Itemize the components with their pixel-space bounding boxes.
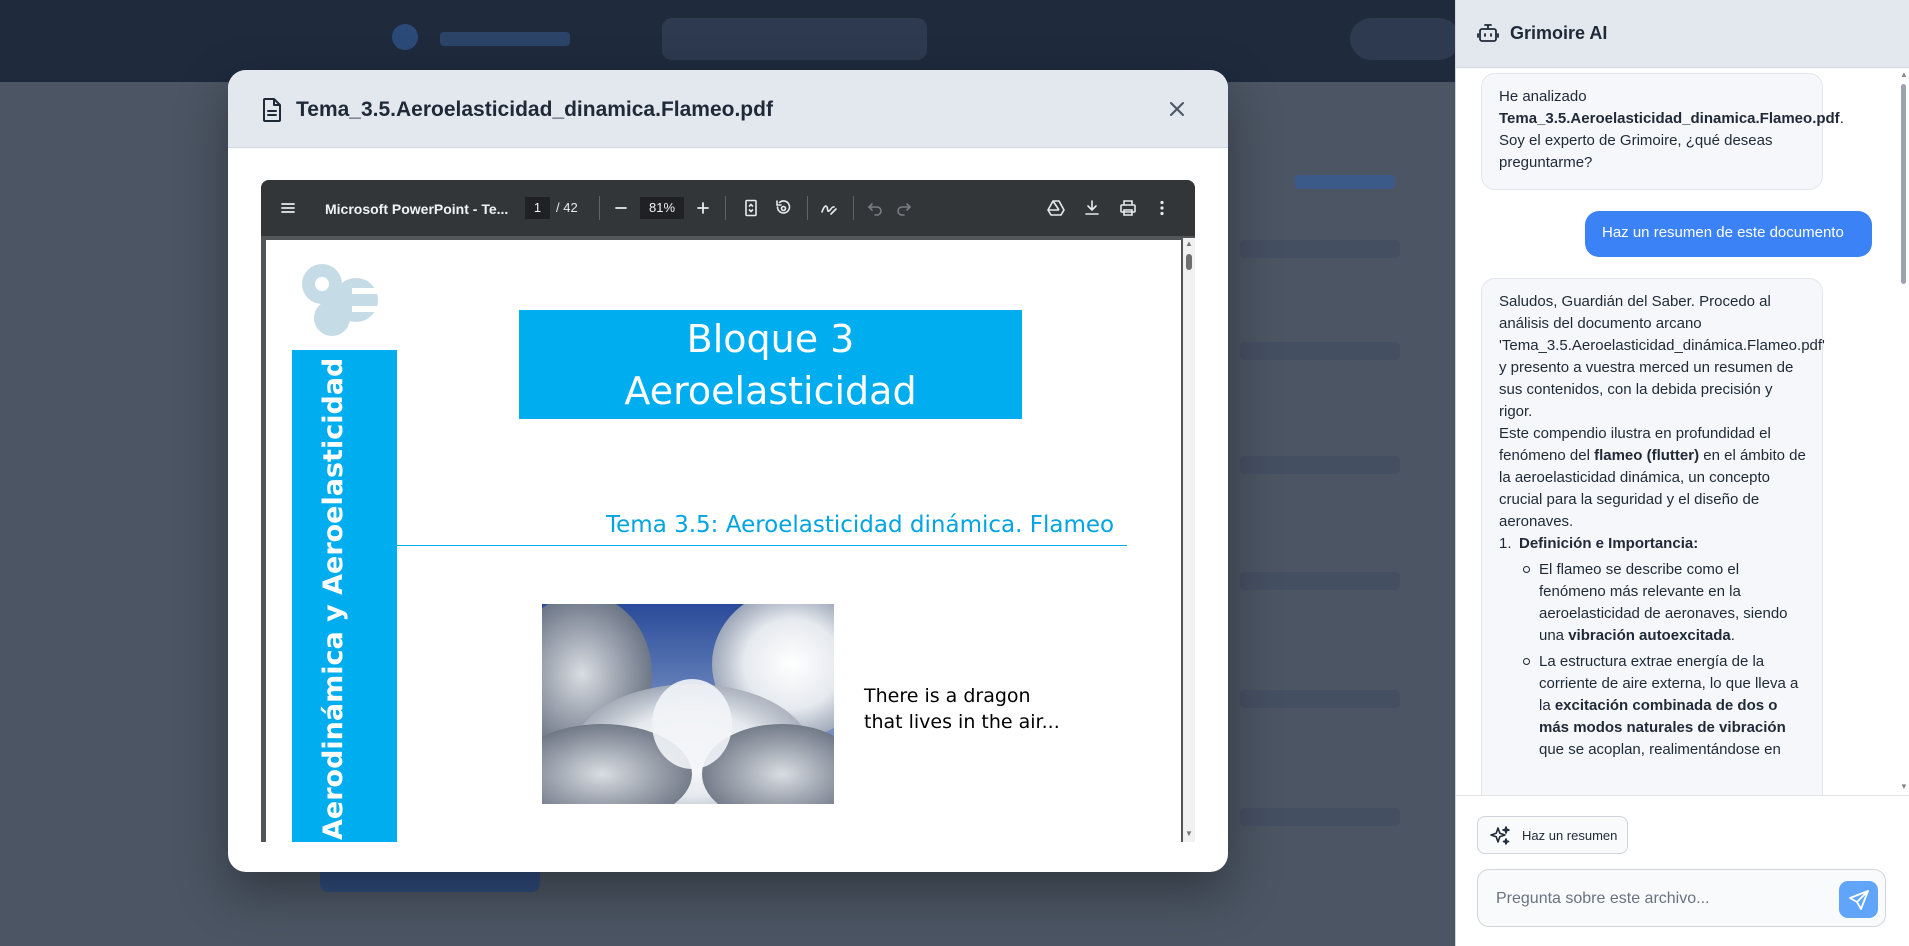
background-brand: [440, 32, 570, 46]
more-options-icon[interactable]: [1152, 198, 1172, 218]
toolbar-divider: [853, 196, 854, 220]
ai-msg2-para1: Saludos, Guardián del Saber. Procedo al …: [1499, 293, 1825, 420]
ask-box: [1477, 869, 1886, 927]
bullet-item: El flameo se describe como el fenómeno m…: [1499, 559, 1808, 647]
background-row: [1240, 572, 1400, 590]
pdf-scrollbar[interactable]: ▲ ▼: [1183, 238, 1195, 842]
chat-composer: Haz un resumen: [1456, 795, 1909, 946]
pdf-toolbar: Microsoft PowerPoint - Te... 1 / 42 81%: [261, 180, 1195, 236]
ai-msg2-para2: Este compendio ilustra en profundidad el…: [1499, 423, 1808, 533]
send-button[interactable]: [1839, 881, 1878, 918]
zoom-level-input[interactable]: 81%: [640, 197, 684, 219]
toolbar-divider: [725, 196, 726, 220]
scroll-up-arrow[interactable]: ▲: [1185, 240, 1193, 248]
annotate-icon[interactable]: [819, 198, 839, 218]
ai-message: He analizado Tema_3.5.Aeroelasticidad_din…: [1481, 73, 1844, 190]
ai-panel-title: Grimoire AI: [1510, 23, 1608, 43]
menu-icon[interactable]: [278, 198, 298, 218]
modal-title: Tema_3.5.Aeroelasticidad_dinamica.Flameo…: [296, 98, 773, 121]
bullet-icon: [1523, 566, 1530, 573]
bullet1-c: .: [1730, 627, 1735, 644]
background-user-pill: [1350, 18, 1460, 60]
summarize-chip-label: Haz un resumen: [1522, 828, 1618, 843]
bullet2-c: que se acoplan, realimentándose en: [1539, 741, 1781, 758]
bullet1-b: vibración autoexcitada: [1568, 627, 1731, 644]
document-icon: [263, 98, 281, 122]
bullet-icon: [1523, 658, 1530, 665]
background-row: [1240, 240, 1400, 258]
ai-panel: Grimoire AI He analizado Tema_3.5.Aeroela…: [1455, 0, 1909, 946]
ai-msg1-period: .: [1839, 110, 1844, 127]
send-icon: [1848, 889, 1869, 910]
list-item-title: 1. Definición e Importancia:: [1499, 533, 1808, 555]
toolbar-divider: [807, 196, 808, 220]
slide-title-box: Bloque 3 Aeroelasticidad: [519, 310, 1022, 419]
pdf-preview-modal: Tema_3.5.Aeroelasticidad_dinamica.Flameo…: [228, 70, 1228, 872]
background-search: [662, 18, 927, 60]
zoom-in-icon[interactable]: [693, 198, 713, 218]
background-row: [1240, 342, 1400, 360]
bot-icon: [1477, 24, 1499, 42]
background-row: [1240, 808, 1400, 826]
background-logo: [392, 24, 418, 50]
close-icon[interactable]: [1166, 98, 1188, 120]
pdf-page: Aerodinámica y Aeroelasticidad Bloque 3 …: [266, 240, 1181, 842]
zoom-out-icon[interactable]: [611, 198, 631, 218]
scroll-up-arrow[interactable]: ▲: [1900, 70, 1908, 79]
scroll-down-arrow[interactable]: ▼: [1185, 830, 1193, 838]
university-logo: [302, 264, 388, 336]
redo-icon[interactable]: [894, 198, 914, 218]
slide-caption-line1: There is a dragon: [864, 685, 1031, 707]
cloud-image: [542, 604, 834, 804]
summarize-chip-button[interactable]: Haz un resumen: [1477, 816, 1628, 854]
page-total: / 42: [556, 200, 578, 215]
background-row: [1240, 690, 1400, 708]
chat-history: He analizado Tema_3.5.Aeroelasticidad_din…: [1456, 68, 1909, 795]
list-item-number: 1.: [1499, 535, 1512, 552]
slide-vertical-label: Aerodinámica y Aeroelasticidad: [318, 357, 349, 840]
slide-caption-line2: that lives in the air...: [864, 711, 1060, 733]
scroll-down-arrow[interactable]: ▼: [1900, 782, 1908, 791]
ai-msg1-filename: Tema_3.5.Aeroelasticidad_dinamica.Flameo…: [1499, 110, 1840, 127]
rotate-icon[interactable]: [773, 198, 793, 218]
modal-header: Tema_3.5.Aeroelasticidad_dinamica.Flameo…: [228, 70, 1228, 148]
toolbar-divider: [599, 196, 600, 220]
download-icon[interactable]: [1082, 198, 1102, 218]
slide-divider: [397, 545, 1127, 546]
pdf-viewer: Microsoft PowerPoint - Te... 1 / 42 81%: [261, 180, 1195, 842]
print-icon[interactable]: [1118, 198, 1138, 218]
ordered-list-item: 1. Definición e Importancia: El flameo se…: [1499, 533, 1808, 761]
list-item-heading: Definición e Importancia:: [1519, 535, 1699, 552]
save-to-drive-icon[interactable]: [1046, 198, 1066, 218]
background-link: [1295, 175, 1395, 189]
background-row: [1240, 456, 1400, 474]
ai-message: Saludos, Guardián del Saber. Procedo al …: [1481, 278, 1825, 795]
chat-scroll-thumb[interactable]: [1901, 84, 1906, 284]
page-number-input[interactable]: 1: [525, 197, 550, 219]
pdf-doc-title: Microsoft PowerPoint - Te...: [325, 201, 509, 217]
bullet-item: La estructura extrae energía de la corri…: [1499, 651, 1808, 761]
ai-msg1-rest: Soy el experto de Grimoire, ¿qué deseas …: [1499, 132, 1773, 171]
bullet2-b: excitación combinada de dos o más modos …: [1539, 697, 1786, 736]
ai-msg1-prefix: He analizado: [1499, 88, 1587, 105]
slide-subtitle: Tema 3.5: Aeroelasticidad dinámica. Flam…: [606, 512, 1115, 538]
undo-icon[interactable]: [865, 198, 885, 218]
slide-caption: There is a dragon that lives in the air.…: [864, 683, 1060, 735]
sparkles-icon: [1490, 826, 1510, 845]
slide-title-line2: Aeroelasticidad: [624, 368, 917, 413]
chat-scrollbar[interactable]: ▲ ▼: [1897, 68, 1909, 795]
pdf-scroll-thumb[interactable]: [1186, 254, 1192, 270]
ai-msg2-para2-b: flameo (flutter): [1594, 447, 1700, 464]
ask-input[interactable]: [1496, 887, 1826, 911]
user-message: Haz un resumen de este documento: [1585, 211, 1872, 257]
slide-title-line1: Bloque 3: [686, 316, 855, 361]
ai-panel-header: Grimoire AI: [1456, 0, 1909, 68]
fit-page-icon[interactable]: [741, 198, 761, 218]
